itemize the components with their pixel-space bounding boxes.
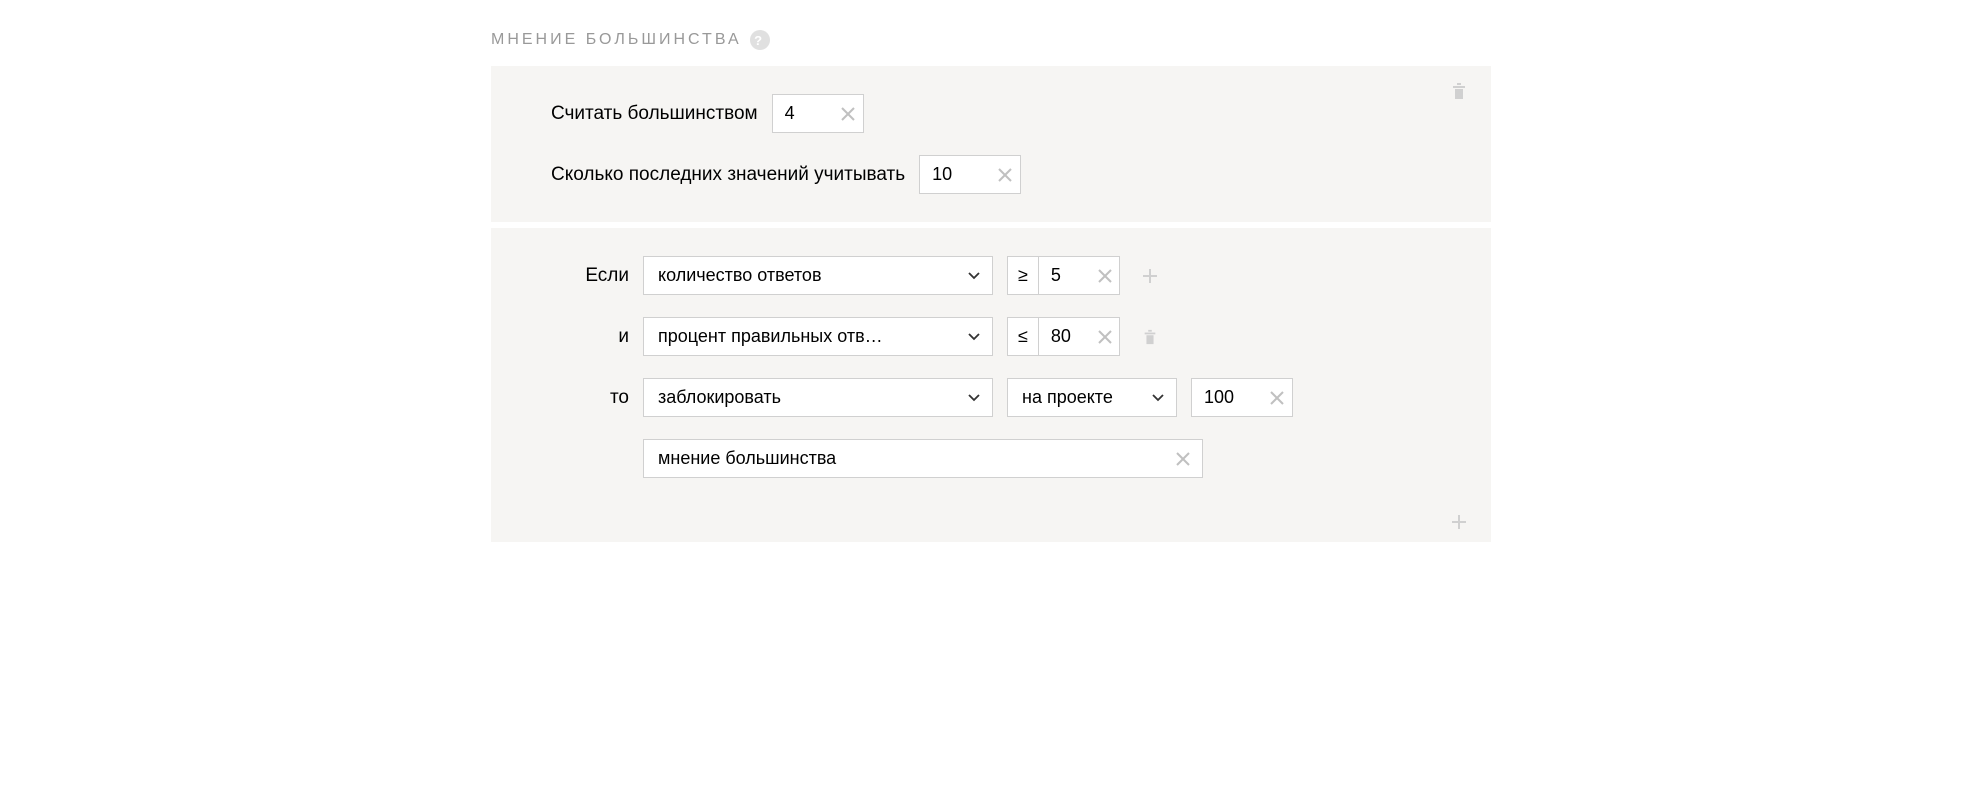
close-icon[interactable] (998, 168, 1012, 182)
chevron-down-icon (968, 394, 980, 402)
close-icon[interactable] (1176, 452, 1190, 466)
lastn-label: Сколько последних значений учитывать (551, 164, 905, 186)
plus-icon[interactable] (1451, 514, 1467, 530)
duration-input-wrap (1191, 378, 1293, 417)
reason-input-wrap (643, 439, 1203, 478)
if-label: Если (551, 265, 629, 287)
action-select[interactable]: заблокировать (643, 378, 993, 417)
reason-input[interactable] (658, 448, 1162, 469)
majority-settings-card: Считать большинством Сколько последних з… (491, 66, 1491, 222)
chevron-down-icon (1152, 394, 1164, 402)
lastn-input-wrap (919, 155, 1021, 194)
cond1-metric-select[interactable]: количество ответов (643, 256, 993, 295)
help-icon[interactable]: ? (750, 30, 770, 50)
chevron-down-icon (968, 272, 980, 280)
rules-card: Если количество ответов ≥ (491, 228, 1491, 542)
scope-value: на проекте (1022, 387, 1113, 408)
scope-select[interactable]: на проекте (1007, 378, 1177, 417)
plus-icon[interactable] (1142, 268, 1158, 284)
cond1-op-select[interactable]: ≥ (1008, 257, 1039, 294)
section-title: МНЕНИЕ БОЛЬШИНСТВА ? (491, 30, 1491, 50)
section-title-text: МНЕНИЕ БОЛЬШИНСТВА (491, 31, 742, 49)
cond1-metric-value: количество ответов (658, 265, 822, 286)
chevron-down-icon (968, 333, 980, 341)
cond2-op-select[interactable]: ≤ (1008, 318, 1039, 355)
cond2-metric-select[interactable]: процент правильных отв… (643, 317, 993, 356)
majority-input-wrap (772, 94, 864, 133)
majority-label: Считать большинством (551, 103, 758, 125)
close-icon[interactable] (841, 107, 855, 121)
trash-icon[interactable] (1142, 329, 1158, 345)
close-icon[interactable] (1270, 391, 1284, 405)
close-icon[interactable] (1098, 330, 1112, 344)
then-label: то (551, 387, 629, 409)
trash-icon[interactable] (1451, 82, 1467, 105)
and-label: и (551, 326, 629, 348)
close-icon[interactable] (1098, 269, 1112, 283)
action-value: заблокировать (658, 387, 781, 408)
cond2-metric-value: процент правильных отв… (658, 326, 883, 347)
